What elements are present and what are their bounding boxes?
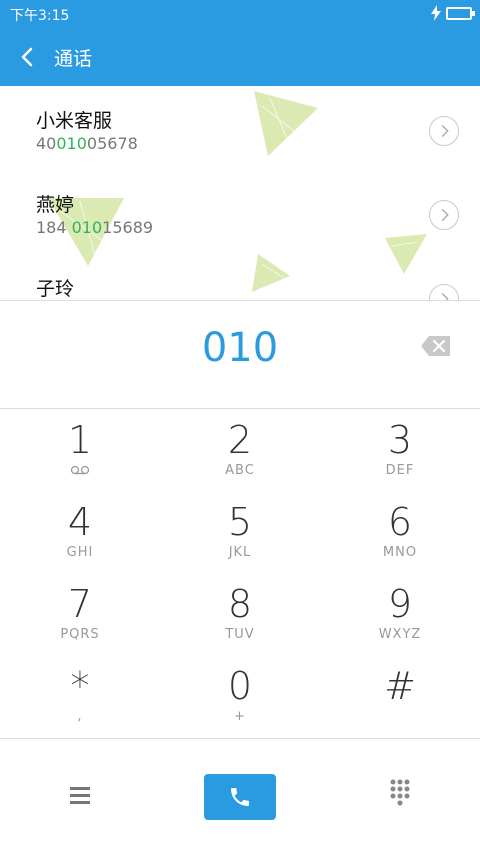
contact-number: 184 01015689 [36,218,154,237]
back-icon[interactable] [16,42,40,72]
chevron-right-icon[interactable] [429,284,459,300]
number-match-highlight: 010 [71,218,103,237]
key-4[interactable]: 4 GHI [0,492,160,574]
key-7[interactable]: 7 PQRS [0,574,160,656]
dialpad-icon[interactable] [380,777,420,813]
phone-icon [231,788,249,806]
call-button[interactable] [204,774,276,820]
key-8[interactable]: 8 TUV [160,574,320,656]
list-item[interactable]: 子玲 [0,254,480,300]
contact-number: 4001005678 [36,134,138,153]
contact-name: 燕婷 [36,194,75,216]
list-item[interactable]: 小米客服 4001005678 [0,86,480,170]
status-time: 下午3:15 [10,8,70,24]
contact-name: 子玲 [36,278,75,300]
app-bar: 通话 [0,28,480,86]
key-5[interactable]: 5 JKL [160,492,320,574]
dialed-number: 010 [201,325,279,371]
dialed-number-area: 010 [0,300,480,409]
key-2[interactable]: 2 ABC [160,410,320,492]
list-item[interactable]: 燕婷 184 01015689 [0,170,480,254]
key-6[interactable]: 6 MNO [320,492,480,574]
contact-results-list[interactable]: 小米客服 4001005678 燕婷 184 01015689 子玲 [0,86,480,300]
voicemail-icon [70,465,90,475]
bottom-action-bar [0,738,480,853]
menu-icon[interactable] [60,781,100,811]
key-9[interactable]: 9 WXYZ [320,574,480,656]
dial-keypad: 1 2 ABC 3 DEF 4 GHI 5 JKL 6 MNO 7 PQRS 8… [0,410,480,738]
chevron-right-icon[interactable] [429,200,459,230]
status-bar: 下午3:15 [0,0,480,28]
number-match-highlight: 010 [56,134,87,153]
key-hash[interactable]: # [320,656,480,738]
contact-name: 小米客服 [36,110,113,132]
key-star[interactable]: * , [0,656,160,738]
page-title: 通话 [54,48,93,70]
key-0[interactable]: 0 + [160,656,320,738]
backspace-icon[interactable] [420,335,452,357]
key-3[interactable]: 3 DEF [320,410,480,492]
key-1[interactable]: 1 [0,410,160,492]
chevron-right-icon[interactable] [429,116,459,146]
charging-icon [431,5,441,21]
battery-icon [446,7,475,20]
